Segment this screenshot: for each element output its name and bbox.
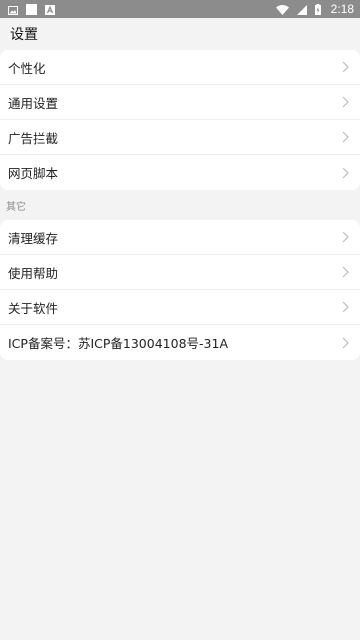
app-a-icon [45, 0, 55, 19]
app-header: 设置 [0, 18, 360, 50]
settings-item-label: ICP备案号：苏ICP备13004108号-31A [8, 336, 228, 351]
settings-item-label: 广告拦截 [8, 130, 59, 146]
status-bar-left [8, 0, 55, 19]
section-title: 其它 [6, 201, 26, 213]
settings-item-label: 关于软件 [8, 300, 59, 316]
signal-icon [296, 0, 307, 19]
settings-item-label: 清理缓存 [8, 230, 59, 246]
page-title: 设置 [10, 27, 38, 43]
settings-card-others: 清理缓存 使用帮助 关于软件 ICP备案号：苏ICP备13004108号-31A [0, 220, 360, 360]
chevron-right-icon [340, 231, 350, 243]
square-icon [26, 0, 37, 19]
chevron-right-icon [340, 131, 350, 143]
settings-item-label: 个性化 [8, 60, 46, 76]
status-bar-right: 2:18 [275, 0, 354, 19]
settings-item-help[interactable]: 使用帮助 [0, 255, 360, 290]
settings-item-icp-record[interactable]: ICP备案号：苏ICP备13004108号-31A [0, 325, 360, 360]
settings-item-label: 网页脚本 [8, 166, 59, 181]
status-bar: 2:18 [0, 0, 360, 18]
chevron-right-icon [340, 167, 350, 179]
image-icon [8, 0, 18, 19]
settings-item-personalization[interactable]: 个性化 [0, 50, 360, 85]
status-time: 2:18 [330, 2, 354, 16]
section-header-others: 其它 [0, 190, 360, 220]
settings-card-main: 个性化 通用设置 广告拦截 网页脚本 [0, 50, 360, 190]
settings-item-web-scripts[interactable]: 网页脚本 [0, 155, 360, 190]
settings-item-clear-cache[interactable]: 清理缓存 [0, 220, 360, 255]
settings-item-ad-block[interactable]: 广告拦截 [0, 120, 360, 155]
settings-item-about[interactable]: 关于软件 [0, 290, 360, 325]
settings-item-label: 通用设置 [8, 95, 59, 111]
settings-item-general[interactable]: 通用设置 [0, 85, 360, 120]
chevron-right-icon [340, 266, 350, 278]
chevron-right-icon [340, 96, 350, 108]
settings-item-label: 使用帮助 [8, 265, 59, 281]
chevron-right-icon [340, 337, 350, 349]
chevron-right-icon [340, 61, 350, 73]
chevron-right-icon [340, 301, 350, 313]
battery-charging-icon [314, 0, 321, 19]
wifi-icon [275, 0, 289, 19]
